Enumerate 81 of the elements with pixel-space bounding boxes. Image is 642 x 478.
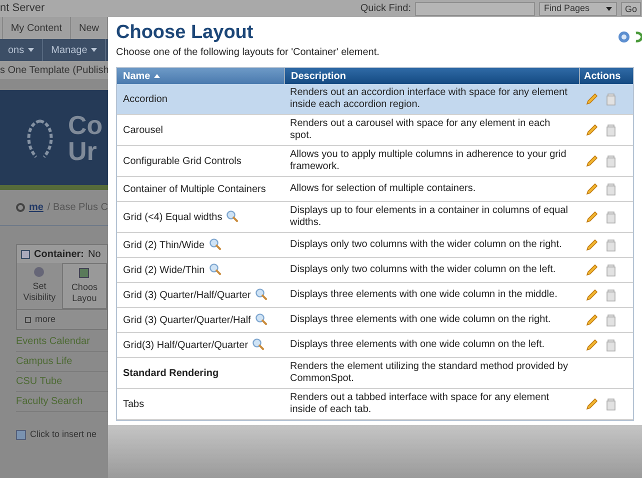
layout-name: Grid (2) Wide/Thin — [123, 264, 205, 276]
expand-icon — [25, 316, 31, 322]
more-link[interactable]: more — [35, 312, 56, 326]
home-link[interactable]: me — [28, 200, 44, 215]
trash-icon[interactable] — [605, 263, 617, 277]
page-title: s One Template (Publish — [0, 64, 108, 78]
scope-dropdown[interactable]: Find Pages — [538, 2, 617, 16]
pencil-icon[interactable] — [585, 313, 599, 327]
layout-name: Tabs — [123, 398, 144, 410]
layout-name: Container of Multiple Containers — [123, 184, 266, 194]
dialog-subtitle: Choose one of the following layouts for 'Container' element. — [116, 46, 380, 60]
refresh-icon[interactable] — [634, 31, 642, 43]
dialog-title: Choose Layout — [116, 21, 254, 45]
trash-icon[interactable] — [605, 92, 617, 106]
trash-icon[interactable] — [605, 397, 617, 411]
magnifier-icon[interactable] — [208, 262, 221, 274]
trash-icon[interactable] — [605, 154, 617, 168]
layout-description: Displays only two columns with the wider column on the left. — [289, 264, 557, 276]
layout-description: Displays up to four elements in a container in columns of equal widths. — [289, 205, 569, 229]
trash-icon[interactable] — [605, 288, 617, 302]
insert-link[interactable]: Click to insert ne — [30, 428, 97, 442]
trash-icon[interactable] — [605, 210, 617, 224]
layout-name: Grid (<4) Equal widths — [123, 212, 222, 222]
caret-icon — [28, 48, 34, 52]
trash-icon[interactable] — [605, 123, 617, 137]
layout-description: Renders out a tabbed interface with space for any element inside of each tab. — [289, 392, 550, 416]
layout-name: Standard Rendering — [123, 368, 219, 378]
magnifier-icon[interactable] — [254, 312, 267, 324]
quick-find-label: Quick Find: — [360, 2, 411, 16]
app-title: nt Server — [0, 1, 46, 16]
layout-description: Allows you to apply multiple columns in adherence to your grid framework. — [289, 149, 568, 173]
layout-name: Configurable Grid Controls — [123, 156, 242, 166]
pencil-icon[interactable] — [585, 92, 599, 106]
pencil-icon[interactable] — [585, 154, 599, 168]
layout-description: Renders the element utilizing the standard method provided by CommonSpot. — [289, 361, 569, 385]
container-label: Container: — [34, 248, 84, 262]
layout-name: Grid (3) Quarter/Half/Quarter — [123, 290, 251, 300]
layout-name: Grid (3) Quarter/Quarter/Half — [123, 314, 251, 326]
container-value: No — [88, 248, 101, 262]
layout-name: Grid (2) Thin/Wide — [123, 240, 205, 250]
magnifier-icon[interactable] — [226, 210, 238, 222]
pencil-icon[interactable] — [585, 123, 599, 137]
pencil-icon[interactable] — [585, 288, 599, 302]
insert-icon[interactable] — [16, 430, 26, 440]
magnifier-icon[interactable] — [208, 238, 221, 250]
layout-description: Renders out a carousel with space for any element in each spot. — [289, 118, 552, 142]
layout-name: Grid(3) Half/Quarter/Quarter — [123, 340, 248, 350]
trash-icon[interactable] — [605, 238, 617, 252]
layout-description: Displays three elements with one wide column on the right. — [289, 314, 552, 326]
layout-description: Renders out an accordion interface with space for any element inside each accordion region. — [289, 87, 568, 111]
container-icon — [21, 250, 30, 258]
sort-icon — [154, 74, 160, 78]
pencil-icon[interactable] — [585, 238, 599, 252]
banner-text: Co — [68, 112, 103, 138]
pencil-icon[interactable] — [585, 338, 599, 352]
banner-text: Ur — [68, 138, 98, 164]
pencil-icon[interactable] — [585, 263, 599, 277]
layout-description: Allows for selection of multiple containers. — [289, 183, 477, 195]
trash-icon[interactable] — [605, 313, 617, 327]
layout-description: Displays three elements with one wide column in the middle. — [289, 289, 558, 301]
trash-icon[interactable] — [605, 338, 617, 352]
layout-description: Displays three elements with one wide column on the left. — [289, 339, 546, 351]
caret-icon — [91, 48, 98, 52]
pencil-icon[interactable] — [585, 210, 599, 224]
go-button[interactable]: Go — [620, 2, 641, 16]
magnifier-icon[interactable] — [254, 288, 267, 300]
trash-icon[interactable] — [605, 182, 617, 196]
pencil-icon[interactable] — [585, 397, 599, 411]
quick-find-field[interactable] — [414, 2, 535, 16]
help-icon[interactable] — [618, 31, 630, 43]
dropdown-arrow-icon — [606, 6, 612, 10]
home-icon[interactable] — [16, 203, 25, 212]
pencil-icon[interactable] — [585, 182, 599, 196]
choose-layout-button[interactable]: Choos Layou — [62, 263, 107, 309]
column-header[interactable]: Name — [117, 68, 284, 84]
layout-name: Accordion — [123, 94, 168, 104]
set-visibility-button[interactable]: Set Visibility — [17, 263, 62, 309]
magnifier-icon[interactable] — [252, 338, 264, 350]
layout-description: Displays only two columns with the wider column on the right. — [289, 239, 563, 251]
layout-row[interactable]: Accordion Renders out an accordion interface with space for any element inside each accordion region. — [117, 84, 633, 115]
layout-name: Carousel — [123, 124, 164, 136]
